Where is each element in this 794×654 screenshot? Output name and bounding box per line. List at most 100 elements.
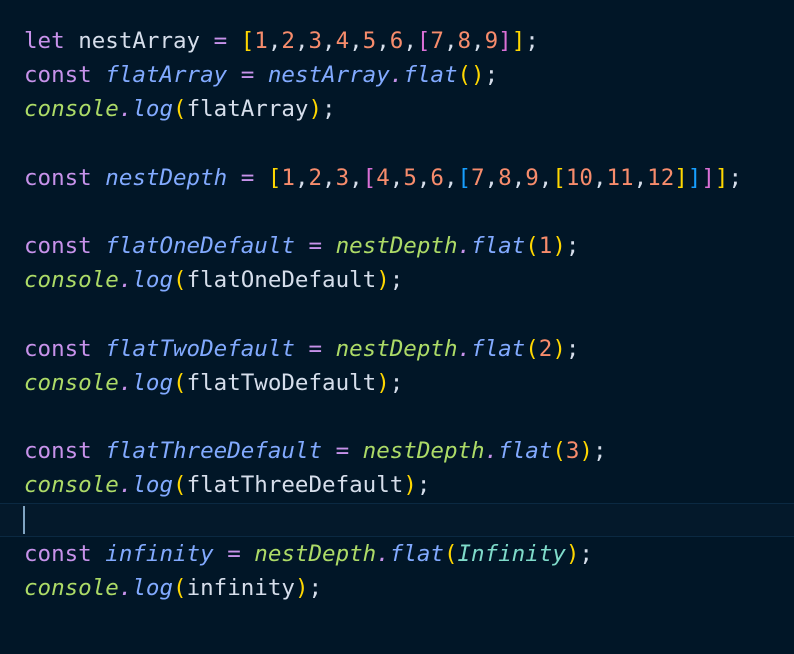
semicolon: ; bbox=[484, 62, 499, 89]
method: log bbox=[132, 267, 174, 294]
comma: , bbox=[443, 164, 458, 191]
identifier: flatThreeDefault bbox=[105, 438, 323, 465]
code-line-13[interactable]: const flatThreeDefault = nestDepth.flat(… bbox=[0, 434, 794, 468]
method: log bbox=[132, 472, 174, 499]
object-ref: nestDepth bbox=[362, 438, 485, 465]
paren: ) bbox=[565, 540, 580, 567]
number: 4 bbox=[376, 164, 390, 191]
code-line-10[interactable]: const flatTwoDefault = nestDepth.flat(2)… bbox=[0, 332, 794, 366]
method: flat bbox=[389, 540, 444, 567]
object-ref: console bbox=[24, 472, 119, 499]
argument: flatArray bbox=[186, 96, 309, 123]
bracket: ] bbox=[674, 164, 688, 191]
object-ref: nestDepth bbox=[335, 335, 458, 362]
object-ref: nestArray bbox=[267, 62, 390, 89]
code-line-17[interactable]: console.log(infinity); bbox=[0, 571, 794, 605]
code-line-2[interactable]: const flatArray = nestArray.flat(); bbox=[0, 58, 794, 92]
bracket: ] bbox=[511, 28, 526, 54]
operator: = bbox=[308, 335, 323, 362]
code-line-7[interactable]: const flatOneDefault = nestDepth.flat(1)… bbox=[0, 229, 794, 263]
code-line-16[interactable]: const infinity = nestDepth.flat(Infinity… bbox=[0, 537, 794, 571]
comma: , bbox=[376, 28, 390, 54]
paren: () bbox=[457, 62, 485, 89]
comma: , bbox=[416, 164, 431, 191]
dot: . bbox=[376, 540, 390, 567]
number: 3 bbox=[335, 164, 350, 191]
paren: ) bbox=[376, 369, 390, 396]
number: 2 bbox=[281, 28, 295, 54]
code-line-15-current[interactable] bbox=[0, 502, 794, 537]
code-line-8[interactable]: console.log(flatOneDefault); bbox=[0, 263, 794, 297]
number: 11 bbox=[606, 164, 634, 191]
bracket: [ bbox=[457, 164, 472, 191]
semicolon: ; bbox=[565, 335, 580, 362]
semicolon: ; bbox=[322, 96, 336, 123]
dot: . bbox=[457, 335, 472, 362]
keyword: const bbox=[24, 540, 92, 567]
bracket: ] bbox=[687, 164, 702, 191]
method: log bbox=[132, 575, 174, 601]
bracket: ] bbox=[498, 28, 512, 54]
paren: ( bbox=[552, 438, 566, 465]
paren: ) bbox=[294, 575, 309, 601]
number: 8 bbox=[498, 164, 512, 191]
bracket: [ bbox=[416, 28, 431, 54]
identifier: infinity bbox=[105, 540, 214, 567]
comma: , bbox=[538, 164, 553, 191]
object-ref: console bbox=[24, 575, 119, 601]
operator: = bbox=[227, 540, 241, 567]
identifier: flatArray bbox=[105, 62, 228, 89]
argument: infinity bbox=[186, 575, 295, 601]
comma: , bbox=[322, 164, 336, 191]
code-line-12[interactable] bbox=[0, 400, 794, 434]
code-line-9[interactable] bbox=[0, 298, 794, 332]
method: flat bbox=[471, 335, 526, 362]
object-ref: console bbox=[24, 96, 119, 123]
comma: , bbox=[294, 164, 309, 191]
paren: ( bbox=[173, 369, 187, 396]
argument: flatOneDefault bbox=[186, 267, 377, 294]
code-line-3[interactable]: console.log(flatArray); bbox=[0, 92, 794, 126]
dot: . bbox=[389, 62, 404, 89]
code-line-5[interactable]: const nestDepth = [1,2,3,[4,5,6,[7,8,9,[… bbox=[0, 161, 794, 195]
code-line-6[interactable] bbox=[0, 195, 794, 229]
argument: flatTwoDefault bbox=[186, 369, 377, 396]
code-line-14[interactable]: console.log(flatThreeDefault); bbox=[0, 468, 794, 502]
paren: ) bbox=[403, 472, 417, 499]
paren: ( bbox=[173, 96, 187, 123]
comma: , bbox=[633, 164, 648, 191]
bracket: [ bbox=[240, 28, 255, 54]
comma: , bbox=[322, 28, 336, 54]
code-line-4[interactable] bbox=[0, 127, 794, 161]
paren: ( bbox=[525, 233, 539, 260]
keyword: const bbox=[24, 438, 92, 465]
dot: . bbox=[118, 369, 133, 396]
paren: ) bbox=[308, 96, 323, 123]
semicolon: ; bbox=[728, 164, 742, 191]
keyword: const bbox=[24, 335, 92, 362]
paren: ( bbox=[173, 472, 187, 499]
number: 7 bbox=[471, 164, 485, 191]
comma: , bbox=[443, 28, 458, 54]
number: 4 bbox=[335, 28, 350, 54]
number: 1 bbox=[281, 164, 295, 191]
paren: ) bbox=[376, 267, 390, 294]
identifier: flatTwoDefault bbox=[105, 335, 295, 362]
code-line-11[interactable]: console.log(flatTwoDefault); bbox=[0, 366, 794, 400]
argument: flatThreeDefault bbox=[186, 472, 404, 499]
number: 6 bbox=[389, 28, 404, 54]
keyword: const bbox=[24, 164, 92, 191]
comma: , bbox=[592, 164, 607, 191]
paren: ( bbox=[525, 335, 539, 362]
dot: . bbox=[118, 267, 133, 294]
dot: . bbox=[118, 472, 133, 499]
operator: = bbox=[308, 233, 323, 260]
operator: = bbox=[213, 28, 228, 54]
code-line-1[interactable]: let nestArray = [1,2,3,4,5,6,[7,8,9]]; bbox=[0, 24, 794, 58]
object-ref: console bbox=[24, 369, 119, 396]
identifier: nestArray bbox=[78, 28, 201, 54]
code-editor[interactable]: let nestArray = [1,2,3,4,5,6,[7,8,9]]; c… bbox=[0, 0, 794, 654]
object-ref: nestDepth bbox=[335, 233, 458, 260]
number: 2 bbox=[538, 335, 553, 362]
comma: , bbox=[267, 28, 282, 54]
